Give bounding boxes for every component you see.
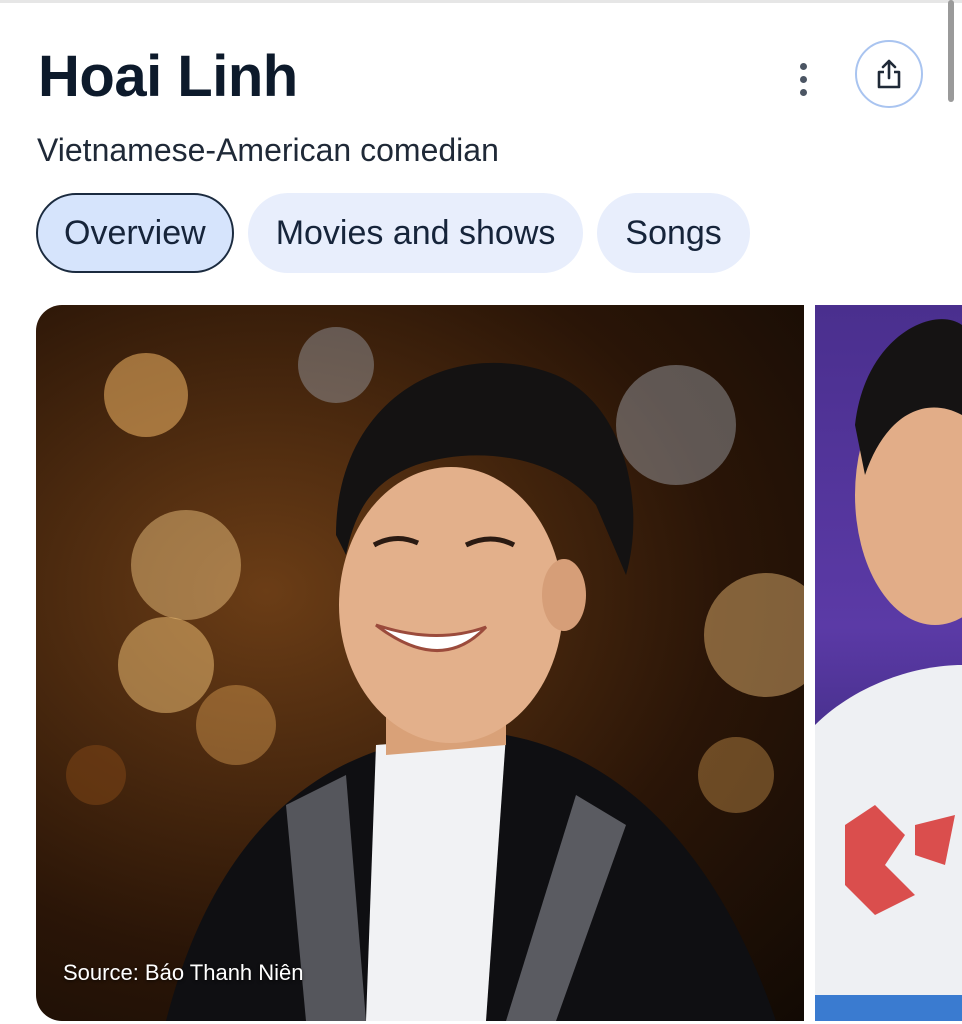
- entity-title: Hoai Linh: [38, 44, 298, 109]
- image-source-caption: Source: Báo Thanh Niên: [63, 960, 304, 985]
- tab-songs[interactable]: Songs: [597, 193, 750, 273]
- tab-overview[interactable]: Overview: [36, 193, 234, 273]
- scrollbar[interactable]: [948, 0, 954, 102]
- tab-movies-and-shows[interactable]: Movies and shows: [247, 193, 584, 273]
- share-icon: [877, 59, 901, 89]
- tab-bar: Overview Movies and shows Songs: [36, 193, 750, 273]
- secondary-photo[interactable]: [815, 305, 962, 1021]
- more-options-button[interactable]: [782, 56, 824, 102]
- portrait-image: [66, 327, 804, 1021]
- top-divider: [0, 0, 962, 3]
- entity-subtitle: Vietnamese-American comedian: [37, 132, 499, 168]
- main-photo[interactable]: Source: Báo Thanh Niên: [36, 305, 804, 1021]
- share-button[interactable]: [855, 40, 923, 108]
- secondary-portrait-image: [815, 319, 962, 1021]
- more-vert-icon: [799, 62, 807, 70]
